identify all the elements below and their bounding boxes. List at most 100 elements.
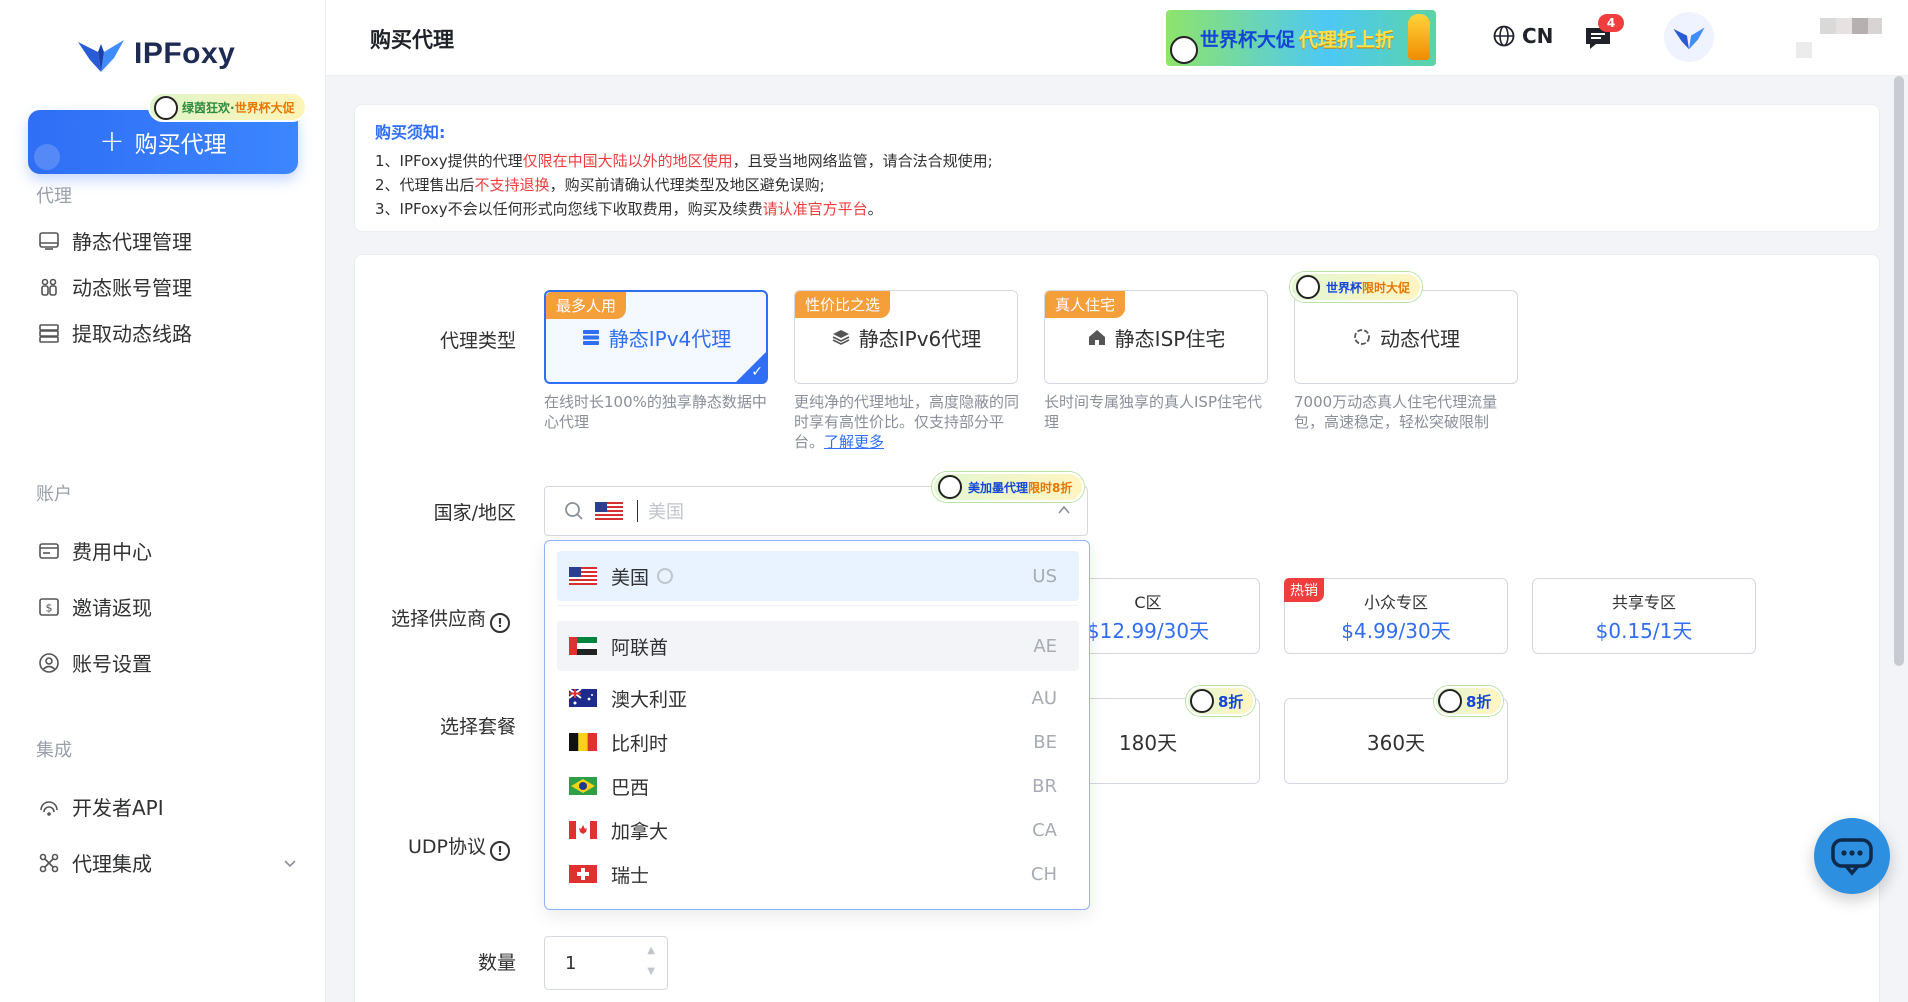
country-option-au[interactable]: 澳大利亚 AU	[557, 673, 1079, 723]
discount-badge: 8折	[1186, 686, 1256, 716]
trophy-icon	[1408, 14, 1430, 60]
sidebar-item-billing[interactable]: 费用中心	[38, 536, 298, 565]
quantity-stepper[interactable]: 1 ▲ ▼	[544, 936, 668, 990]
br-flag-icon	[569, 777, 597, 795]
sidebar-item-dynamic-accounts[interactable]: 动态账号管理	[38, 272, 298, 301]
soccer-ball-icon	[1438, 689, 1462, 713]
buy-proxy-label: 购买代理	[134, 132, 227, 158]
api-icon	[40, 800, 58, 816]
proxy-type-static-ipv4[interactable]: 最多人用 静态IPv4代理 ✓	[544, 290, 768, 384]
monitor-icon	[39, 231, 59, 250]
proxy-type-static-ipv6[interactable]: 性价比之选 静态IPv6代理	[794, 290, 1018, 384]
quantity-label: 数量	[477, 952, 516, 974]
world-cup-sale-tag: 世界杯 限时大促	[1290, 272, 1423, 302]
sidebar-item-proxy-integration[interactable]: 代理集成	[38, 848, 298, 877]
world-cup-promo-banner[interactable]: 世界杯大促 代理折上折	[1166, 10, 1436, 66]
soccer-ball-icon	[938, 475, 962, 499]
info-icon: !	[490, 613, 510, 633]
proxy-type-desc: 长时间专属独享的真人ISP住宅代理	[1044, 393, 1262, 431]
country-option-us[interactable]: 美国 US	[557, 551, 1079, 601]
proxy-type-desc: 7000万动态真人住宅代理流量包，高速稳定，轻松突破限制	[1294, 393, 1498, 431]
notice-line: 2、代理售出后不支持退换，购买前请确认代理类型及地区避免误购;	[375, 176, 825, 194]
notice-line: 3、IPFoxy不会以任何形式向您线下收取费用，购买及续费请认准官方平台。	[375, 200, 883, 218]
tag-most-used: 最多人用	[546, 292, 627, 319]
decrement-icon[interactable]: ▼	[647, 966, 655, 977]
layers-icon	[832, 330, 850, 345]
sidebar-item-static-proxy[interactable]: 静态代理管理	[38, 226, 298, 255]
message-count-badge: 4	[1598, 14, 1624, 32]
country-label: 国家/地区	[433, 502, 516, 524]
sidebar: IPFoxy + 购买代理 绿茵狂欢· 世界杯大促 代理 静态代理管理 动态账号管…	[0, 0, 326, 1002]
tag-real-residential: 真人住宅	[1045, 291, 1126, 318]
supplier-label: 选择供应商!	[350, 604, 510, 633]
supplier-card-shared[interactable]: 共享专区 $0.15/1天	[1532, 578, 1756, 654]
nav-section-integration: 集成	[36, 740, 72, 761]
plus-icon: +	[99, 124, 125, 159]
accounts-icon	[41, 278, 57, 296]
soccer-ball-icon	[1190, 689, 1214, 713]
sidebar-item-account-settings[interactable]: 账号设置	[38, 648, 298, 677]
us-flag-icon	[569, 567, 597, 585]
home-icon	[1088, 330, 1105, 345]
soccer-ball-icon	[154, 96, 178, 120]
soccer-ball-icon	[657, 568, 674, 584]
globe-icon	[1493, 25, 1515, 47]
fox-logo-icon	[78, 40, 124, 72]
country-option-ca[interactable]: 加拿大 CA	[557, 805, 1079, 855]
sidebar-item-extract-lines[interactable]: 提取动态线路	[38, 318, 298, 347]
country-option-br[interactable]: 巴西 BR	[557, 761, 1079, 811]
package-label: 选择套餐	[439, 716, 516, 738]
dollar-icon: $	[39, 597, 59, 616]
sidebar-item-developer-api[interactable]: 开发者API	[38, 792, 298, 821]
tag-best-value: 性价比之选	[795, 291, 891, 318]
fox-avatar-icon	[1673, 27, 1705, 50]
be-flag-icon	[569, 733, 597, 751]
udp-label: UDP协议!	[350, 832, 510, 861]
proxy-type-dynamic[interactable]: 动态代理	[1294, 290, 1518, 384]
au-flag-icon	[569, 689, 597, 707]
supplier-card-niche[interactable]: 热销 小众专区 $4.99/30天	[1284, 578, 1508, 654]
chat-bubble-icon	[1831, 838, 1873, 876]
country-option-be[interactable]: 比利时 BE	[557, 717, 1079, 767]
country-dropdown: 美国 US 阿联酋 AE 澳大利亚 AU 比利时 BE 巴西 BR 加拿大 CA…	[544, 540, 1090, 910]
page-scrollbar[interactable]	[1894, 76, 1904, 666]
us-flag-icon	[595, 502, 623, 520]
logo[interactable]: IPFoxy	[76, 34, 235, 74]
discount-badge: 8折	[1434, 686, 1504, 716]
ae-flag-icon	[569, 637, 597, 655]
country-option-ae[interactable]: 阿联酋 AE	[557, 621, 1079, 671]
server-icon	[582, 330, 599, 345]
increment-icon[interactable]: ▲	[647, 945, 655, 956]
proxy-type-static-isp[interactable]: 真人住宅 静态ISP住宅	[1044, 290, 1268, 384]
logo-text: IPFoxy	[134, 37, 236, 70]
notice-line: 1、IPFoxy提供的代理仅限在中国大陆以外的地区使用，且受当地网络监管，请合法…	[375, 152, 993, 170]
ch-flag-icon	[569, 865, 597, 883]
chevron-up-icon	[1058, 505, 1070, 514]
server-icon	[39, 323, 59, 343]
language-switch[interactable]: CN	[1492, 24, 1553, 48]
wallet-icon	[39, 542, 59, 559]
user-icon	[39, 652, 59, 673]
soccer-ball-icon	[34, 144, 60, 170]
sidebar-item-referral[interactable]: $ 邀请返现	[38, 592, 298, 621]
chat-support-button[interactable]	[1814, 818, 1890, 894]
info-icon: !	[490, 841, 510, 861]
integration-icon	[39, 853, 59, 872]
proxy-type-desc: 更纯净的代理地址，高度隐蔽的同时享有高性价比。仅支持部分平台。了解更多	[794, 393, 1020, 451]
ca-flag-icon	[569, 821, 597, 839]
country-promo-tag: 美加墨代理 限时8折	[932, 472, 1085, 502]
search-icon	[565, 502, 583, 520]
avatar[interactable]	[1664, 12, 1714, 62]
soccer-ball-icon	[1296, 275, 1320, 299]
hot-badge: 热销	[1284, 578, 1324, 602]
nav-section-proxy: 代理	[36, 186, 72, 207]
page-title: 购买代理	[370, 28, 454, 52]
svg-text:$: $	[46, 601, 53, 614]
refresh-icon	[1354, 329, 1370, 345]
proxy-type-label: 代理类型	[439, 330, 516, 352]
learn-more-link[interactable]: 了解更多	[824, 433, 884, 451]
username-blurred	[1796, 18, 1882, 60]
check-icon: ✓	[751, 364, 763, 380]
chevron-down-icon	[284, 859, 296, 867]
country-option-ch[interactable]: 瑞士 CH	[557, 849, 1079, 899]
